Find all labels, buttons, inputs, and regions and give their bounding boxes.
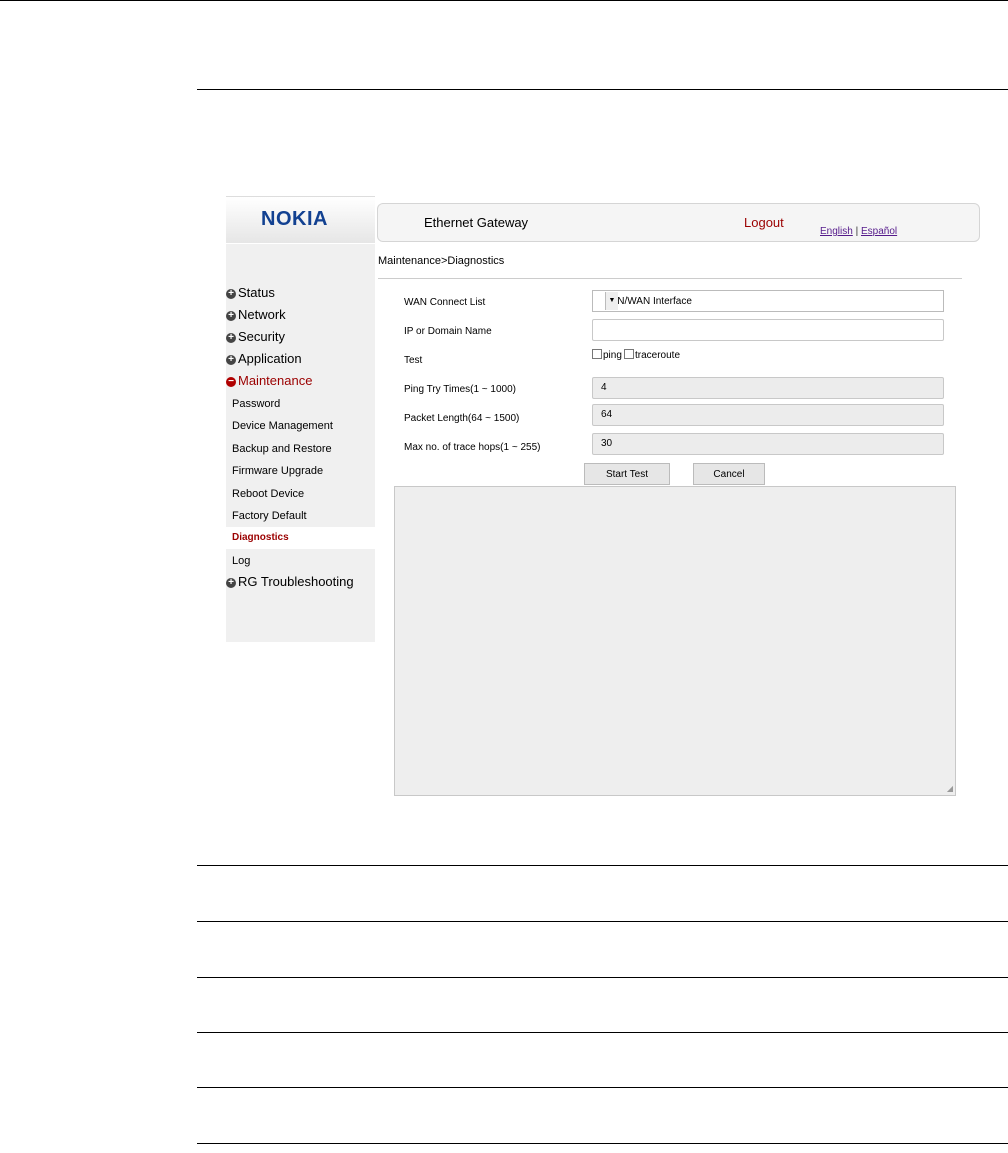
sidebar-sub-reboot-device[interactable]: Reboot Device — [232, 488, 304, 500]
logo-area: NOKIA — [226, 196, 375, 243]
sidebar-item-security[interactable]: + Security — [226, 329, 375, 344]
router-web-ui: NOKIA + Status + Network + Security + Applic… — [226, 196, 982, 802]
table-rule — [197, 1087, 1008, 1088]
ip-domain-label: IP or Domain Name — [404, 326, 492, 337]
sidebar-sub-factory-default[interactable]: Factory Default — [232, 510, 307, 522]
table-rule — [197, 1032, 1008, 1033]
plus-icon: + — [226, 332, 236, 343]
test-label: Test — [404, 355, 423, 366]
sidebar-item-maintenance[interactable]: − Maintenance — [226, 373, 375, 388]
max-hops-input[interactable]: 30 — [592, 433, 944, 455]
sidebar-sub-log[interactable]: Log — [232, 555, 250, 567]
sidebar: + Status + Network + Security + Application … — [226, 244, 375, 642]
plus-icon: + — [226, 354, 236, 365]
traceroute-label: traceroute — [635, 350, 681, 361]
max-hops-label: Max no. of trace hops(1 ~ 255) — [404, 442, 541, 453]
sidebar-sub-firmware-upgrade[interactable]: Firmware Upgrade — [232, 465, 323, 477]
language-switch: English | Español — [820, 226, 897, 237]
page-top-rule — [0, 0, 1008, 1]
sidebar-item-network[interactable]: + Network — [226, 307, 375, 322]
plus-icon: + — [226, 310, 236, 321]
gateway-title: Ethernet Gateway — [424, 215, 529, 230]
breadcrumb: Maintenance>Diagnostics — [378, 255, 505, 267]
ping-label: ping — [603, 350, 622, 361]
sidebar-item-rg-troubleshooting[interactable]: + RG Troubleshooting — [226, 574, 375, 589]
diagnostics-output-area[interactable]: ◢ — [394, 486, 956, 796]
logout-link[interactable]: Logout — [744, 215, 784, 230]
traceroute-checkbox[interactable]: traceroute — [624, 349, 680, 361]
cancel-button[interactable]: Cancel — [693, 463, 765, 485]
minus-icon: − — [226, 376, 236, 387]
section-rule — [197, 89, 1008, 90]
sidebar-sub-password[interactable]: Password — [232, 398, 280, 410]
sidebar-item-status[interactable]: + Status — [226, 285, 375, 300]
sidebar-sub-diagnostics[interactable]: Diagnostics — [226, 527, 375, 549]
start-test-button[interactable]: Start Test — [584, 463, 670, 485]
plus-icon: + — [226, 288, 236, 299]
sidebar-sub-backup-restore[interactable]: Backup and Restore — [232, 443, 332, 455]
ping-try-input[interactable]: 4 — [592, 377, 944, 399]
breadcrumb-divider — [378, 278, 962, 279]
table-rule — [197, 977, 1008, 978]
ping-try-label: Ping Try Times(1 ~ 1000) — [404, 384, 516, 395]
resize-grip-icon[interactable]: ◢ — [947, 784, 953, 793]
sidebar-sub-diagnostics-label: Diagnostics — [232, 532, 289, 543]
wan-connect-select[interactable]: LAN/WAN Interface ▼ — [592, 290, 944, 312]
checkbox-icon — [592, 349, 602, 359]
table-rule — [197, 865, 1008, 866]
sidebar-item-application[interactable]: + Application — [226, 351, 375, 366]
lang-spanish-link[interactable]: Español — [861, 226, 897, 237]
plus-icon: + — [226, 577, 236, 588]
table-rule — [197, 921, 1008, 922]
dropdown-arrow-icon: ▼ — [605, 292, 618, 310]
lang-english-link[interactable]: English — [820, 226, 853, 237]
nokia-logo: NOKIA — [261, 208, 328, 230]
wan-connect-label: WAN Connect List — [404, 297, 486, 308]
wan-connect-value: LAN/WAN Interface — [605, 296, 692, 307]
packet-length-label: Packet Length(64 ~ 1500) — [404, 413, 520, 424]
ip-domain-input[interactable] — [592, 319, 944, 341]
sidebar-sub-device-management[interactable]: Device Management — [232, 420, 333, 432]
packet-length-input[interactable]: 64 — [592, 404, 944, 426]
table-rule — [197, 1143, 1008, 1144]
header-bar: Ethernet Gateway Logout English | Españo… — [377, 203, 980, 242]
lang-separator: | — [855, 226, 859, 237]
checkbox-icon — [624, 349, 634, 359]
ping-checkbox[interactable]: ping — [592, 349, 622, 361]
